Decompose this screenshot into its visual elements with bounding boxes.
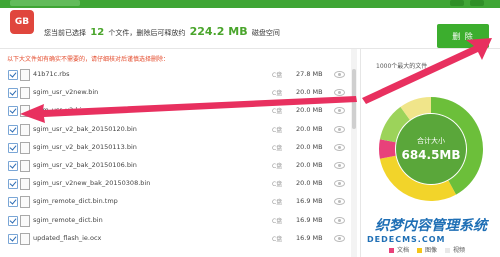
checkbox-icon[interactable] bbox=[8, 142, 18, 153]
file-drive: C盘 bbox=[272, 235, 283, 243]
file-size: 16.9 MB bbox=[296, 197, 323, 206]
file-drive: C盘 bbox=[272, 90, 283, 98]
delete-button[interactable]: 删 除 bbox=[437, 24, 489, 48]
warning-notice: 以下大文件如有确实不需要的，请仔细核对后谨慎选择删除： bbox=[7, 56, 170, 63]
file-size: 20.0 MB bbox=[296, 179, 323, 188]
title-bar bbox=[0, 0, 500, 8]
selected-file-count: 12 bbox=[90, 27, 105, 38]
header: GB 您当前已选择 12 个文件，删除后可释放约 224.2 MB 磁盘空间 删… bbox=[0, 8, 500, 49]
checkbox-icon[interactable] bbox=[8, 161, 18, 171]
file-size: 16.9 MB bbox=[296, 215, 323, 224]
file-size: 20.0 MB bbox=[296, 88, 323, 97]
file-row[interactable]: sgim_usr_v2_bak_20150113.bin C盘 20.0 MB bbox=[0, 139, 360, 157]
file-size: 27.8 MB bbox=[296, 70, 323, 78]
file-icon bbox=[20, 196, 30, 209]
checkbox-icon[interactable] bbox=[8, 179, 18, 190]
eye-icon[interactable] bbox=[334, 71, 345, 78]
eye-icon[interactable] bbox=[334, 89, 345, 97]
checkbox-icon[interactable] bbox=[8, 88, 18, 99]
file-size: 20.0 MB bbox=[296, 124, 323, 133]
file-drive: C盘 bbox=[272, 144, 283, 152]
ring-total-value: 684.5MB bbox=[401, 148, 460, 162]
file-icon bbox=[20, 232, 30, 245]
checkbox-icon[interactable] bbox=[8, 124, 18, 135]
summary-suffix: 磁盘空间 bbox=[251, 29, 280, 37]
selection-summary: 您当前已选择 12 个文件，删除后可释放约 224.2 MB 磁盘空间 bbox=[44, 25, 280, 38]
checkbox-icon[interactable] bbox=[8, 106, 18, 117]
file-icon bbox=[20, 105, 30, 118]
file-drive: C盘 bbox=[272, 217, 283, 225]
file-drive: C盘 bbox=[272, 108, 283, 116]
file-size: 20.0 MB bbox=[296, 106, 323, 115]
file-name: sgim_usr_v2_bak_20150120.bin bbox=[33, 124, 137, 133]
file-row[interactable]: sgim_remote_dict.bin.tmp C盘 16.9 MB bbox=[0, 193, 360, 211]
file-row[interactable]: sgim_usr_v2_bak_20150120.bin C盘 20.0 MB bbox=[0, 121, 360, 139]
file-name: sgim_usr_v2_bak_20150113.bin bbox=[33, 142, 137, 151]
file-drive: C盘 bbox=[272, 199, 283, 207]
watermark-line1: 织梦内容管理系统 bbox=[375, 218, 487, 234]
summary-prefix: 您当前已选择 bbox=[44, 29, 86, 37]
checkbox-icon[interactable] bbox=[8, 215, 18, 226]
gb-logo-icon: GB bbox=[10, 10, 34, 34]
eye-icon[interactable] bbox=[334, 107, 345, 115]
file-name: sgim_remote_dict.bin.tmp bbox=[33, 197, 118, 206]
file-size: 20.0 MB bbox=[296, 161, 323, 169]
file-row[interactable]: sgim_usr_v2.bin C盘 20.0 MB bbox=[0, 102, 360, 120]
file-list: 以下大文件如有确实不需要的，请仔细核对后谨慎选择删除： 41b71c.rbs C盘… bbox=[0, 49, 360, 257]
size-ring-chart: 合计大小 684.5MB bbox=[379, 97, 483, 201]
file-name: updated_flash_ie.ocx bbox=[33, 233, 102, 242]
file-icon bbox=[20, 87, 30, 100]
file-name: 41b71c.rbs bbox=[33, 70, 70, 78]
file-icon bbox=[20, 141, 30, 154]
file-icon bbox=[20, 69, 30, 81]
eye-icon[interactable] bbox=[334, 143, 345, 151]
file-drive: C盘 bbox=[272, 163, 283, 170]
checkbox-icon[interactable] bbox=[8, 233, 18, 244]
file-row[interactable]: updated_flash_ie.ocx C盘 16.9 MB bbox=[0, 230, 360, 248]
checkbox-icon[interactable] bbox=[8, 197, 18, 208]
checkbox-icon[interactable] bbox=[8, 70, 18, 80]
file-name: sgim_usr_v2_bak_20150106.bin bbox=[33, 161, 137, 169]
close-icon[interactable] bbox=[470, 0, 484, 6]
file-icon bbox=[20, 123, 30, 136]
file-name: sgim_usr_v2.bin bbox=[33, 106, 86, 115]
file-icon bbox=[20, 160, 30, 172]
watermark-logo: 织梦内容管理系统 DEDECMS.COM bbox=[345, 213, 495, 257]
file-name: sgim_usr_v2new_bak_20150308.bin bbox=[33, 179, 151, 188]
watermark-line2: DEDECMS.COM bbox=[367, 235, 446, 244]
eye-icon[interactable] bbox=[334, 216, 345, 224]
minimize-icon[interactable] bbox=[450, 0, 464, 6]
eye-icon[interactable] bbox=[334, 180, 345, 188]
file-row[interactable]: sgim_usr_v2new.bin C盘 20.0 MB bbox=[0, 84, 360, 102]
file-icon bbox=[20, 214, 30, 227]
file-row[interactable]: sgim_usr_v2new_bak_20150308.bin C盘 20.0 MB bbox=[0, 175, 360, 193]
file-drive: C盘 bbox=[272, 181, 283, 189]
file-name: sgim_remote_dict.bin bbox=[33, 215, 103, 224]
file-icon bbox=[20, 178, 30, 191]
file-drive: C盘 bbox=[272, 72, 283, 79]
scrollbar-thumb[interactable] bbox=[352, 69, 356, 129]
file-row[interactable]: sgim_usr_v2_bak_20150106.bin C盘 20.0 MB bbox=[0, 157, 360, 175]
file-row[interactable]: sgim_remote_dict.bin C盘 16.9 MB bbox=[0, 212, 360, 230]
eye-icon[interactable] bbox=[334, 125, 345, 133]
summary-middle: 个文件，删除后可释放约 bbox=[108, 29, 186, 37]
file-drive: C盘 bbox=[272, 126, 283, 134]
freeable-space: 224.2 MB bbox=[189, 25, 248, 38]
file-size: 16.9 MB bbox=[296, 233, 323, 242]
file-name: sgim_usr_v2new.bin bbox=[33, 88, 99, 97]
eye-icon[interactable] bbox=[334, 234, 345, 242]
eye-icon[interactable] bbox=[334, 198, 345, 206]
ring-total-label: 合计大小 bbox=[417, 136, 445, 145]
ring-segment bbox=[379, 139, 396, 159]
panel-title: 1000个最大的文件 bbox=[376, 63, 428, 70]
eye-icon[interactable] bbox=[334, 162, 345, 169]
window-title-blurred bbox=[10, 0, 80, 6]
file-size: 20.0 MB bbox=[296, 142, 323, 151]
file-row[interactable]: 41b71c.rbs C盘 27.8 MB bbox=[0, 66, 360, 84]
